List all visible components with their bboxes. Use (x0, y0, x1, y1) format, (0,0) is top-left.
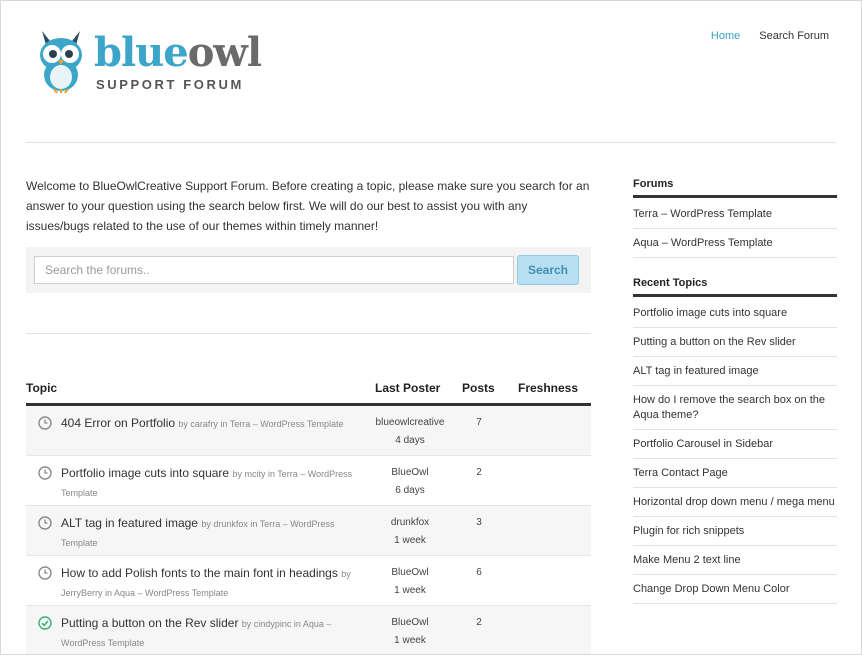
sidebar-recent-topic-link[interactable]: Portfolio Carousel in Sidebar (633, 430, 837, 459)
last-poster-name[interactable]: BlueOwl (356, 564, 464, 582)
last-poster-cell: BlueOwl 6 days (356, 464, 464, 500)
sidebar-recent-topic-link[interactable]: Portfolio image cuts into square (633, 299, 837, 328)
header-divider (26, 142, 836, 143)
posts-count: 3 (476, 517, 482, 528)
last-post-age: 1 week (394, 635, 426, 646)
last-poster-cell: drunkfox 1 week (356, 514, 464, 550)
topic-info: 404 Error on Portfolio by carafry in Ter… (61, 414, 361, 433)
topic-title-link[interactable]: How to add Polish fonts to the main font… (61, 566, 338, 580)
last-poster-cell: BlueOwl 1 week (356, 564, 464, 600)
last-poster-cell: BlueOwl 1 week (356, 614, 464, 650)
check-circle-icon (38, 616, 52, 630)
nav-home-link[interactable]: Home (711, 30, 740, 42)
table-row: ALT tag in featured image by drunkfox in… (26, 506, 591, 556)
brand-wordmark: blueowl (94, 33, 262, 73)
site-logo[interactable]: blueowl SUPPORT FORUM (36, 27, 266, 97)
last-poster-cell: blueowlcreative 4 days (356, 414, 464, 450)
sidebar-recent-topic-link[interactable]: ALT tag in featured image (633, 357, 837, 386)
posts-count: 2 (476, 617, 482, 628)
top-navigation: Home Search Forum (695, 30, 829, 42)
sidebar-recent-topic-link[interactable]: Terra Contact Page (633, 459, 837, 488)
column-header-freshness: Freshness (518, 381, 579, 395)
last-poster-name[interactable]: BlueOwl (356, 464, 464, 482)
topic-info: Portfolio image cuts into square by mcit… (61, 464, 361, 502)
topic-title-link[interactable]: Portfolio image cuts into square (61, 466, 229, 480)
table-row: 404 Error on Portfolio by carafry in Ter… (26, 406, 591, 456)
topic-info: How to add Polish fonts to the main font… (61, 564, 361, 602)
topics-list: 404 Error on Portfolio by carafry in Ter… (26, 406, 591, 654)
brand-subtitle: SUPPORT FORUM (96, 77, 244, 92)
sidebar-recent-heading: Recent Topics (633, 277, 708, 289)
sidebar-heading-rule (633, 195, 837, 198)
search-input[interactable] (34, 256, 514, 284)
brand-word-blue: blue (94, 29, 189, 76)
topic-title-link[interactable]: Putting a button on the Rev slider (61, 616, 238, 630)
clock-icon (38, 516, 52, 530)
nav-search-forum-link[interactable]: Search Forum (759, 30, 829, 42)
sidebar-recent-topic-link[interactable]: Plugin for rich snippets (633, 517, 837, 546)
search-panel: Search (26, 247, 591, 293)
table-row: Portfolio image cuts into square by mcit… (26, 456, 591, 506)
last-post-age: 1 week (394, 535, 426, 546)
clock-icon (38, 466, 52, 480)
table-row: Putting a button on the Rev slider by ci… (26, 606, 591, 654)
posts-count: 7 (476, 417, 482, 428)
sidebar-forums-heading: Forums (633, 178, 674, 190)
page-frame: blueowl SUPPORT FORUM Home Search Forum … (0, 0, 862, 655)
last-post-age: 4 days (395, 435, 425, 446)
last-poster-name[interactable]: BlueOwl (356, 614, 464, 632)
topic-meta: by carafry in Terra – WordPress Template (178, 419, 344, 429)
clock-icon (38, 566, 52, 580)
last-post-age: 1 week (394, 585, 426, 596)
last-poster-name[interactable]: blueowlcreative (356, 414, 464, 432)
last-post-age: 6 days (395, 485, 425, 496)
posts-count: 2 (476, 467, 482, 478)
content-divider (26, 333, 591, 334)
column-header-last-poster: Last Poster (375, 381, 441, 395)
welcome-text: Welcome to BlueOwlCreative Support Forum… (26, 179, 590, 233)
posts-count: 6 (476, 567, 482, 578)
topic-title-link[interactable]: ALT tag in featured image (61, 516, 198, 530)
sidebar-recent-topic-link[interactable]: Change Drop Down Menu Color (633, 575, 837, 604)
sidebar-recent-topic-link[interactable]: Make Menu 2 text line (633, 546, 837, 575)
sidebar-forum-link[interactable]: Terra – WordPress Template (633, 200, 837, 229)
sidebar-forum-link[interactable]: Aqua – WordPress Template (633, 229, 837, 258)
table-row: How to add Polish fonts to the main font… (26, 556, 591, 606)
column-header-topic: Topic (26, 381, 58, 395)
sidebar-recent-topic-link[interactable]: Horizontal drop down menu / mega menu (633, 488, 837, 517)
topic-title-link[interactable]: 404 Error on Portfolio (61, 416, 175, 430)
last-poster-name[interactable]: drunkfox (356, 514, 464, 532)
owl-logo-icon (40, 31, 82, 94)
column-header-posts: Posts (462, 381, 495, 395)
topics-table-header: Topic Last Poster Posts Freshness (26, 381, 591, 403)
sidebar-recent-topic-link[interactable]: How do I remove the search box on the Aq… (633, 386, 837, 430)
topic-info: ALT tag in featured image by drunkfox in… (61, 514, 361, 552)
sidebar: Forums Terra – WordPress Template Aqua –… (633, 177, 837, 604)
sidebar-heading-rule (633, 294, 837, 297)
search-button[interactable]: Search (517, 255, 579, 285)
brand-word-owl: owl (187, 29, 262, 76)
clock-icon (38, 416, 52, 430)
sidebar-recent-topic-link[interactable]: Putting a button on the Rev slider (633, 328, 837, 357)
topic-info: Putting a button on the Rev slider by ci… (61, 614, 361, 652)
